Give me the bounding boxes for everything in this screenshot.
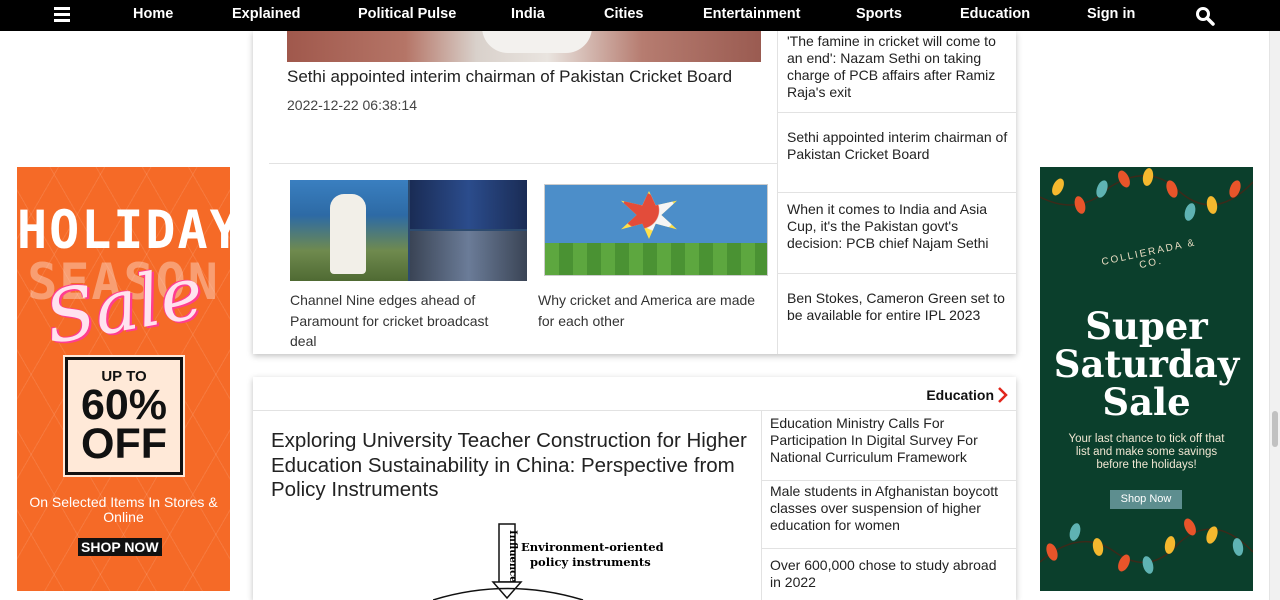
ad-holiday-text: HOLIDAY (17, 199, 230, 261)
ad-headline-line2: Saturday (1053, 342, 1240, 386)
search-icon[interactable] (1195, 6, 1215, 26)
channel-nine-thumbnail[interactable] (290, 180, 527, 281)
thumbnail-panel (410, 180, 527, 229)
nav-india[interactable]: India (511, 6, 545, 22)
ad-shop-now-button[interactable]: Shop Now (1110, 490, 1182, 509)
ad-body-text: Your last chance to tick off that list a… (1068, 433, 1225, 471)
divider (269, 163, 777, 164)
nav-sign-in[interactable]: Sign in (1087, 6, 1135, 22)
education-headline[interactable]: Exploring University Teacher Constructio… (271, 429, 751, 503)
hero-timestamp: 2022-12-22 06:38:14 (287, 97, 417, 113)
side-list-item[interactable]: Ben Stokes, Cameron Green set to be avai… (778, 274, 1016, 354)
ad-off: OFF (81, 420, 167, 468)
ad-discount-box: UP TO 60% OFF (65, 357, 183, 475)
ad-selected-items: On Selected Items In Stores & Online (29, 494, 218, 525)
page-scrollbar[interactable] (1269, 31, 1280, 600)
diagram-arrow-label: Influence (507, 530, 518, 583)
cricket-america-thumbnail[interactable] (544, 184, 768, 276)
hamburger-menu-icon[interactable] (54, 7, 70, 23)
thumbnail-field (545, 243, 767, 275)
side-list-item[interactable]: When it comes to India and Asia Cup, it'… (778, 193, 1016, 274)
super-saturday-sale-ad[interactable]: COLLIERADA & CO. Super Saturday Sale You… (1040, 167, 1253, 591)
thumbnail-panel (290, 180, 408, 281)
holiday-sale-ad[interactable]: HOLIDAY SEASON Sale UP TO 60% OFF On Sel… (17, 167, 230, 591)
story-caption[interactable]: Why cricket and America are made for eac… (538, 290, 758, 331)
education-list-item[interactable]: Male students in Afghanistan boycott cla… (762, 481, 1016, 549)
thumbnail-panel (410, 231, 527, 281)
nav-home[interactable]: Home (133, 6, 173, 22)
thumbnail-ball-burst (621, 191, 677, 239)
ad-headline: Super Saturday Sale (1040, 307, 1253, 421)
side-list-item[interactable]: 'The famine in cricket will come to an e… (778, 31, 1016, 113)
section-label-education[interactable]: Education (926, 387, 994, 403)
side-list-item[interactable]: Sethi appointed interim chairman of Paki… (778, 113, 1016, 193)
education-news-card: Education Exploring University Teacher C… (253, 377, 1016, 600)
nav-political-pulse[interactable]: Political Pulse (358, 6, 456, 22)
top-navigation: Home Explained Political Pulse India Cit… (0, 0, 1280, 31)
chevron-right-icon[interactable] (996, 386, 1010, 404)
nav-sports[interactable]: Sports (856, 6, 902, 22)
hero-headline[interactable]: Sethi appointed interim chairman of Paki… (287, 67, 732, 87)
policy-diagram-image[interactable]: Influence Environment-oriented policy ins… (433, 522, 663, 600)
nav-education[interactable]: Education (960, 6, 1030, 22)
sports-news-card: Sethi appointed interim chairman of Paki… (253, 31, 1016, 354)
diagram-box-label-line1: Environment-oriented (521, 540, 663, 554)
story-caption[interactable]: Channel Nine edges ahead of Paramount fo… (290, 290, 500, 352)
nav-explained[interactable]: Explained (232, 6, 301, 22)
ad-headline-line1: Super (1085, 304, 1208, 348)
ad-percent: 60% (80, 381, 168, 429)
scrollbar-thumb[interactable] (1272, 411, 1278, 447)
ad-headline-line3: Sale (1102, 380, 1191, 424)
nav-cities[interactable]: Cities (604, 6, 644, 22)
education-list-item[interactable]: Education Ministry Calls For Participati… (762, 412, 1016, 481)
section-header: Education (253, 377, 1016, 411)
hero-image[interactable] (287, 31, 761, 62)
diagram-box-label: Environment-oriented policy instruments (521, 540, 663, 569)
nav-entertainment[interactable]: Entertainment (703, 6, 801, 22)
ad-shop-now-button[interactable]: SHOP NOW (78, 538, 162, 556)
diagram-box-label-line2: policy instruments (530, 555, 651, 569)
education-list-item[interactable]: Over 600,000 chose to study abroad in 20… (762, 549, 1016, 600)
